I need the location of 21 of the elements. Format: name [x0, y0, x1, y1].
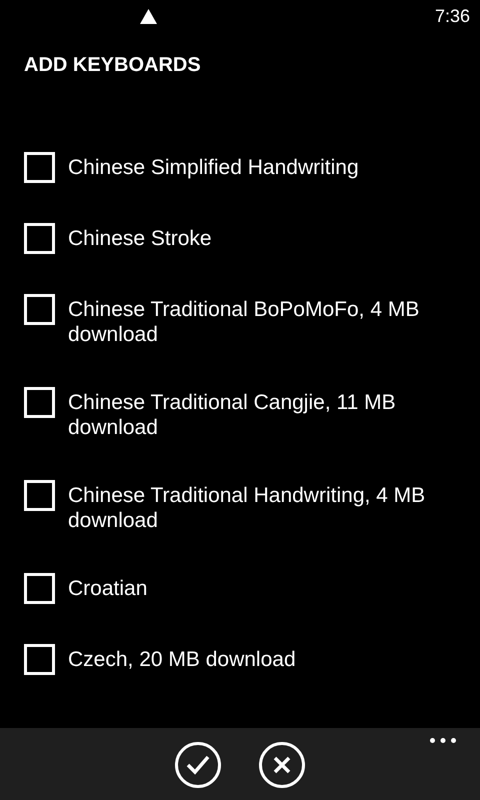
- checkbox[interactable]: [24, 480, 55, 511]
- keyboard-label: Chinese Traditional Handwriting, 4 MB download: [68, 483, 426, 533]
- confirm-button[interactable]: [175, 742, 221, 788]
- checkbox[interactable]: [24, 152, 55, 183]
- keyboard-label: Chinese Traditional Cangjie, 11 MB download: [68, 390, 397, 440]
- checkbox[interactable]: [24, 644, 55, 675]
- cancel-button[interactable]: [259, 742, 305, 788]
- more-icon[interactable]: [430, 738, 456, 743]
- close-icon: [273, 756, 291, 774]
- page-title: ADD KEYBOARDS: [24, 54, 201, 76]
- checkbox[interactable]: [24, 223, 55, 254]
- checkbox[interactable]: [24, 294, 55, 325]
- checkbox[interactable]: [24, 573, 55, 604]
- keyboard-label: Chinese Simplified Handwriting: [68, 155, 359, 180]
- check-icon: [186, 755, 210, 775]
- keyboard-label: Croatian: [68, 576, 148, 601]
- keyboard-label: Chinese Traditional BoPoMoFo, 4 MB download: [68, 297, 420, 347]
- status-time: 7:36: [434, 4, 470, 28]
- checkbox[interactable]: [24, 387, 55, 418]
- keyboard-label: Chinese Stroke: [68, 226, 212, 251]
- keyboard-label: Czech, 20 MB download: [68, 647, 296, 672]
